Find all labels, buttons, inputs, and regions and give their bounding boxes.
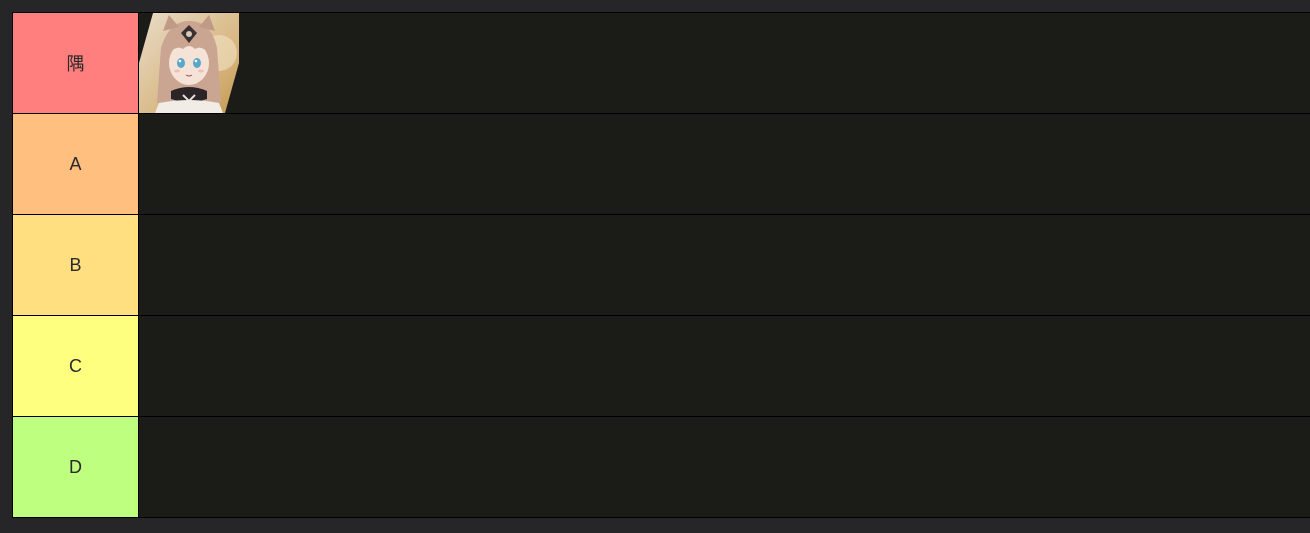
tier-items-2[interactable] xyxy=(139,215,1310,315)
tier-label-3[interactable]: C xyxy=(13,316,138,416)
tier-label-0[interactable]: 隅 xyxy=(13,13,138,113)
tier-items-0[interactable] xyxy=(139,13,1310,113)
tier-row-4: D xyxy=(12,417,1310,517)
character-portrait-item[interactable] xyxy=(139,13,239,113)
tier-items-3[interactable] xyxy=(139,316,1310,416)
tier-items-1[interactable] xyxy=(139,114,1310,214)
tier-row-1: A xyxy=(12,114,1310,214)
tier-label-2[interactable]: B xyxy=(13,215,138,315)
tier-items-4[interactable] xyxy=(139,417,1310,517)
tier-row-0: 隅 xyxy=(12,13,1310,113)
character-portrait-image xyxy=(139,13,239,113)
tier-label-1[interactable]: A xyxy=(13,114,138,214)
tier-label-4[interactable]: D xyxy=(13,417,138,517)
tier-list-board: 隅 A B C D xyxy=(12,12,1310,518)
tier-row-2: B xyxy=(12,215,1310,315)
tier-row-3: C xyxy=(12,316,1310,416)
